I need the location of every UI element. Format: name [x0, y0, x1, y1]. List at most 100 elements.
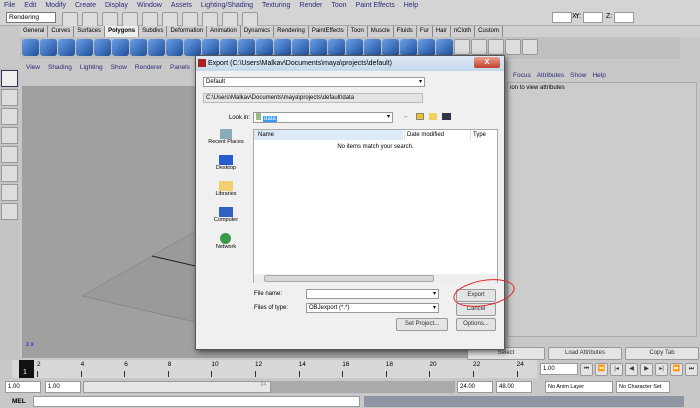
menu-toon[interactable]: Toon: [331, 2, 346, 9]
current-time-field[interactable]: 1.00: [540, 363, 578, 375]
panel-menu-view[interactable]: View: [26, 64, 40, 74]
tab-animation[interactable]: Animation: [207, 26, 241, 37]
look-in-select[interactable]: data ▾: [253, 112, 393, 123]
step-back-key-icon[interactable]: ⏪: [595, 363, 608, 376]
uv-auto-icon[interactable]: [505, 39, 521, 55]
poly-boolean-icon[interactable]: [220, 39, 237, 56]
attr-menu-attributes[interactable]: Attributes: [537, 72, 564, 79]
character-set-select[interactable]: No Character Set: [616, 381, 670, 393]
panel-menu-shading[interactable]: Shading: [48, 64, 72, 74]
column-date-modified[interactable]: Date modified: [404, 130, 469, 140]
poly-mirror-icon[interactable]: [274, 39, 291, 56]
poly-reduce-icon[interactable]: [256, 39, 273, 56]
menu-set-select[interactable]: Rendering: [6, 12, 56, 23]
tab-rendering[interactable]: Rendering: [274, 26, 309, 37]
move-tool-icon[interactable]: [1, 127, 18, 144]
tab-general[interactable]: General: [20, 26, 49, 37]
attr-menu-show[interactable]: Show: [570, 72, 586, 79]
step-forward-key-icon[interactable]: ⏩: [670, 363, 683, 376]
load-attributes-button[interactable]: Load Attributes: [548, 347, 622, 360]
manipulator-tool-icon[interactable]: [1, 184, 18, 201]
set-project-button[interactable]: Set Project...: [396, 318, 448, 331]
view-menu-icon[interactable]: [442, 113, 451, 120]
tab-curves[interactable]: Curves: [48, 26, 75, 37]
tab-fur[interactable]: Fur: [417, 26, 433, 37]
tab-deformation[interactable]: Deformation: [167, 26, 208, 37]
panel-menu-show[interactable]: Show: [111, 64, 127, 74]
file-list[interactable]: Name Date modified Type No items match y…: [253, 129, 498, 283]
poly-pipe-icon[interactable]: [148, 39, 165, 56]
options-button[interactable]: Options...: [456, 318, 496, 331]
command-line-input[interactable]: [33, 396, 360, 407]
tab-fluids[interactable]: Fluids: [394, 26, 417, 37]
range-slider-handle[interactable]: 24: [83, 381, 271, 393]
tab-toon[interactable]: Toon: [348, 26, 368, 37]
new-folder-icon[interactable]: [429, 113, 437, 120]
uv-editor-icon[interactable]: [522, 39, 538, 55]
panel-menu-lighting[interactable]: Lighting: [80, 64, 103, 74]
panel-menu-renderer[interactable]: Renderer: [135, 64, 162, 74]
range-slider[interactable]: 24: [83, 381, 455, 393]
project-select[interactable]: Default ▾: [203, 77, 425, 87]
poly-transform-icon[interactable]: [400, 39, 417, 56]
poly-prism-icon[interactable]: [130, 39, 147, 56]
file-name-input[interactable]: ▾: [306, 289, 439, 299]
menu-display[interactable]: Display: [105, 2, 128, 9]
poly-append-icon[interactable]: [346, 39, 363, 56]
select-tool-icon[interactable]: [1, 70, 18, 87]
tab-polygons[interactable]: Polygons: [105, 26, 140, 37]
poly-merge-icon[interactable]: [418, 39, 435, 56]
scale-tool-icon[interactable]: [1, 165, 18, 182]
poly-sphere-icon[interactable]: [22, 39, 39, 56]
time-slider[interactable]: 1 2 4 6 8 10 12 14 16 18 20 22 24: [12, 360, 537, 378]
column-type[interactable]: Type: [470, 130, 486, 140]
tab-ncloth[interactable]: nCloth: [451, 26, 476, 37]
tab-subdivs[interactable]: Subdivs: [139, 26, 168, 37]
horizontal-scrollbar[interactable]: [254, 274, 497, 283]
command-language-label[interactable]: MEL: [12, 398, 26, 405]
last-tool-icon[interactable]: [1, 203, 18, 220]
menu-window[interactable]: Window: [137, 2, 162, 9]
poly-extract-icon[interactable]: [202, 39, 219, 56]
step-back-frame-icon[interactable]: |◂: [610, 363, 623, 376]
back-icon[interactable]: ←: [403, 113, 410, 120]
range-end-field[interactable]: 48.00: [496, 381, 532, 393]
play-backward-icon[interactable]: ◀: [625, 363, 638, 376]
range-inner-start-field[interactable]: 1.00: [45, 381, 81, 393]
menu-lighting-shading[interactable]: Lighting/Shading: [201, 2, 253, 9]
poly-combine-icon[interactable]: [166, 39, 183, 56]
range-start-field[interactable]: 1.00: [5, 381, 41, 393]
file-type-select[interactable]: OBJexport (*.*) ▾: [306, 303, 439, 313]
go-to-end-icon[interactable]: ⏭: [685, 363, 698, 376]
tab-surfaces[interactable]: Surfaces: [74, 26, 106, 37]
tab-hair[interactable]: Hair: [433, 26, 451, 37]
play-forward-icon[interactable]: ▶: [640, 363, 653, 376]
menu-edit[interactable]: Edit: [24, 2, 36, 9]
copy-tab-button[interactable]: Copy Tab: [625, 347, 699, 360]
place-network[interactable]: Network: [216, 233, 236, 250]
lasso-tool-icon[interactable]: [1, 89, 18, 106]
menu-modify[interactable]: Modify: [45, 2, 66, 9]
anim-layer-select[interactable]: No Anim Layer: [545, 381, 613, 393]
poly-plane-icon[interactable]: [94, 39, 111, 56]
menu-paint-effects[interactable]: Paint Effects: [356, 2, 395, 9]
up-folder-icon[interactable]: [416, 113, 424, 120]
place-computer[interactable]: Computer: [214, 207, 238, 223]
z-field[interactable]: [614, 12, 634, 23]
attr-menu-help[interactable]: Help: [592, 72, 605, 79]
poly-wedge-icon[interactable]: [382, 39, 399, 56]
tab-muscle[interactable]: Muscle: [368, 26, 394, 37]
menu-texturing[interactable]: Texturing: [262, 2, 290, 9]
poly-bevel-icon[interactable]: [328, 39, 345, 56]
go-to-start-icon[interactable]: ⏮: [580, 363, 593, 376]
close-button[interactable]: X: [474, 57, 500, 68]
poly-cube-icon[interactable]: [40, 39, 57, 56]
x-field[interactable]: [552, 12, 572, 23]
poly-bridge-icon[interactable]: [292, 39, 309, 56]
menu-create[interactable]: Create: [75, 2, 96, 9]
rotate-tool-icon[interactable]: [1, 146, 18, 163]
scrollbar-thumb[interactable]: [264, 275, 434, 282]
step-forward-frame-icon[interactable]: ▸|: [655, 363, 668, 376]
poly-cylinder-icon[interactable]: [58, 39, 75, 56]
column-name[interactable]: Name: [254, 130, 403, 140]
